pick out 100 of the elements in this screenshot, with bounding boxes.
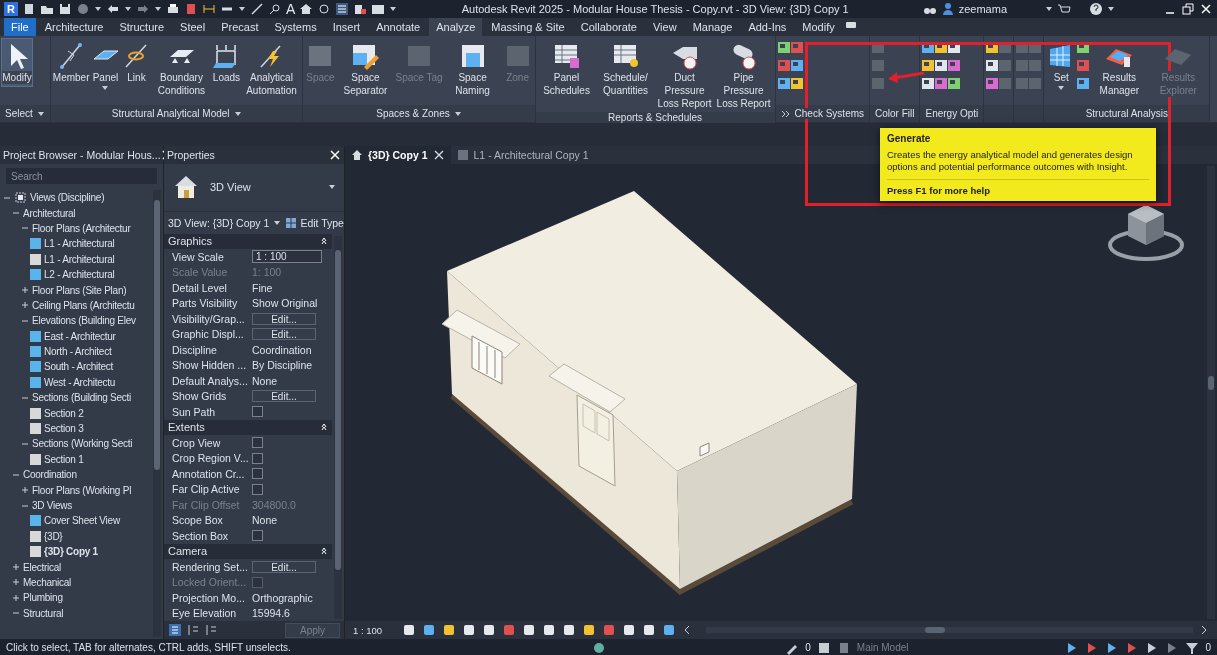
- tree-group[interactable]: Plumbing: [23, 592, 63, 604]
- expand-icon[interactable]: [12, 593, 20, 602]
- tree-item[interactable]: Section 2: [44, 407, 84, 419]
- design-option[interactable]: Main Model: [856, 642, 1054, 653]
- tree-group[interactable]: Electrical: [23, 561, 62, 573]
- edit-button[interactable]: Edit...: [252, 328, 316, 341]
- close-icon[interactable]: [1199, 2, 1213, 16]
- tree-group[interactable]: Mechanical: [23, 576, 72, 588]
- ribbon-button[interactable]: Boundary Conditions: [152, 39, 211, 99]
- ribbon-tab[interactable]: Annotate: [369, 18, 428, 36]
- instance-selector[interactable]: 3D View: {3D} Copy 1: [168, 216, 270, 229]
- small-tool-icon[interactable]: [935, 77, 948, 90]
- checkbox[interactable]: [252, 437, 263, 449]
- tree-item[interactable]: L1 - Architectural: [44, 238, 115, 250]
- ribbon-tab[interactable]: File: [4, 18, 36, 36]
- document-icon[interactable]: [22, 2, 36, 16]
- tree-item[interactable]: {3D}: [44, 530, 63, 542]
- scrollbar[interactable]: [153, 190, 161, 637]
- restore-icon[interactable]: [1181, 2, 1195, 16]
- ribbon-button[interactable]: Results Manager: [1090, 39, 1149, 99]
- panel-title[interactable]: Energy Opti: [925, 108, 979, 119]
- small-tool-icon[interactable]: [922, 77, 935, 90]
- edit-type-button[interactable]: Edit Type: [285, 216, 344, 229]
- home-icon[interactable]: [299, 2, 314, 16]
- caret-icon[interactable]: [154, 5, 162, 13]
- ribbon-button[interactable]: Schedule/ Quantities: [596, 39, 655, 99]
- small-tool-icon[interactable]: [790, 59, 803, 72]
- tree-item[interactable]: Cover Sheet View: [44, 515, 120, 527]
- ribbon-tab[interactable]: Add-Ins: [741, 18, 794, 36]
- windows-icon[interactable]: [371, 2, 386, 16]
- group-header[interactable]: Camera: [168, 545, 208, 558]
- view-control-icon[interactable]: [442, 623, 457, 637]
- design-options-icon[interactable]: [816, 640, 831, 655]
- ribbon-tab[interactable]: Massing & Site: [484, 18, 572, 36]
- user-icon[interactable]: [940, 2, 955, 16]
- group-header[interactable]: Extents: [168, 421, 205, 434]
- ribbon-button[interactable]: Link: [121, 39, 152, 86]
- small-tool-icon[interactable]: [1077, 77, 1090, 90]
- view-scale[interactable]: 1 : 100: [353, 624, 383, 636]
- ribbon-button[interactable]: Space Separator: [336, 39, 395, 99]
- tree-group[interactable]: Floor Plans (Architectur: [32, 222, 131, 234]
- diagonal-line-icon[interactable]: [250, 2, 264, 16]
- ribbon-tab[interactable]: View: [646, 18, 684, 36]
- view-control-icon[interactable]: [542, 623, 557, 637]
- dropdown-icon[interactable]: [453, 109, 462, 118]
- save-icon[interactable]: [58, 2, 72, 16]
- dropdown-icon[interactable]: [233, 109, 242, 118]
- ribbon-tab[interactable]: Manage: [685, 18, 740, 36]
- close-icon[interactable]: [329, 148, 341, 161]
- dimension-icon[interactable]: [202, 2, 216, 16]
- ribbon-tab[interactable]: Structure: [112, 18, 172, 36]
- tree-group[interactable]: Floor Plans (Working Pl: [32, 484, 132, 496]
- view-control-icon[interactable]: [402, 623, 417, 637]
- ribbon-button[interactable]: Member: [52, 39, 90, 86]
- ribbon-tab[interactable]: Systems: [267, 18, 324, 36]
- view-control-icon[interactable]: [422, 623, 437, 637]
- ribbon-button[interactable]: Panel: [90, 39, 121, 94]
- user-name[interactable]: zeemama: [958, 3, 1007, 15]
- small-tool-icon[interactable]: [986, 77, 999, 90]
- collapse-icon[interactable]: [320, 546, 328, 557]
- tree-item[interactable]: East - Architectur: [44, 330, 116, 342]
- tree-item[interactable]: West - Architectu: [44, 376, 116, 388]
- collapse-icon[interactable]: [320, 422, 328, 433]
- caret-icon[interactable]: [273, 218, 282, 227]
- checkbox[interactable]: [252, 468, 263, 480]
- scrollbar[interactable]: [334, 235, 342, 620]
- tree-group[interactable]: Architectural: [23, 207, 76, 219]
- checkbox[interactable]: [252, 452, 263, 464]
- tree-item[interactable]: North - Architect: [44, 346, 112, 358]
- small-tool-icon[interactable]: [790, 77, 803, 90]
- checkbox[interactable]: [252, 483, 263, 495]
- small-tool-icon[interactable]: [986, 59, 999, 72]
- view-control-icon[interactable]: [482, 623, 497, 637]
- expand-icon[interactable]: [21, 301, 29, 310]
- expand-icon[interactable]: [21, 286, 29, 295]
- collapse-icon[interactable]: [320, 236, 328, 247]
- ribbon-tab[interactable]: Architecture: [37, 18, 111, 36]
- redo-icon[interactable]: [136, 2, 150, 16]
- caret-icon[interactable]: [1107, 5, 1115, 13]
- sort-ascending-icon[interactable]: [186, 623, 200, 638]
- target-icon[interactable]: [317, 2, 332, 16]
- printer-icon[interactable]: [166, 2, 180, 16]
- ribbon-button[interactable]: Panel Schedules: [537, 39, 596, 99]
- caret-icon[interactable]: [124, 5, 132, 13]
- ribbon-button[interactable]: Space Naming: [443, 39, 502, 99]
- expand-icon[interactable]: [12, 578, 20, 587]
- search-field[interactable]: Search: [6, 168, 157, 184]
- tree-item[interactable]: South - Architect: [44, 361, 114, 373]
- panel-title[interactable]: Structural Analysis: [1085, 108, 1168, 119]
- close-icon[interactable]: [432, 149, 445, 161]
- tree-item[interactable]: {3D} Copy 1: [44, 546, 98, 558]
- tree-group[interactable]: Structural: [23, 607, 64, 619]
- tree-group[interactable]: Coordination: [23, 469, 77, 481]
- property-field[interactable]: 1 : 100: [252, 250, 322, 264]
- worksets-icon[interactable]: [592, 640, 607, 655]
- dropdown-icon[interactable]: [36, 109, 45, 118]
- small-tool-icon[interactable]: [777, 77, 790, 90]
- small-tool-icon[interactable]: [922, 59, 935, 72]
- caret-icon[interactable]: [238, 5, 246, 13]
- view-control-icon[interactable]: [582, 623, 597, 637]
